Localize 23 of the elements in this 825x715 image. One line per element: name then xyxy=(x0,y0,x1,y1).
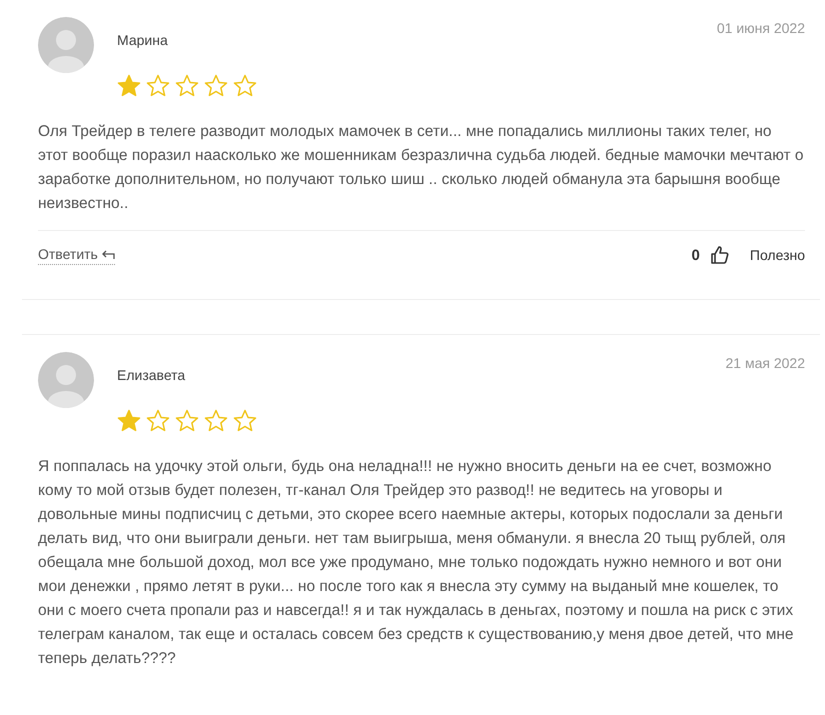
empty-star-icon xyxy=(204,74,228,98)
empty-star-icon xyxy=(204,409,228,433)
empty-star-icon xyxy=(146,409,170,433)
filled-star-icon xyxy=(117,74,141,98)
review-date: 21 мая 2022 xyxy=(726,355,805,371)
author-name: Елизавета xyxy=(117,367,186,383)
avatar-icon xyxy=(38,352,94,408)
empty-star-icon xyxy=(175,74,199,98)
filled-star-icon xyxy=(117,409,141,433)
review-text: Оля Трейдер в телеге разводит молодых мамочек в сети... мне попадались миллионы таких телег, но этот вообще поразил наасколько же мошенникам безразлична судьба людей. бедные мамочки мечтают о заработке дополнительном, но получают только шиш .. сколько людей обманула эта барышня вообще неизвестно.. xyxy=(38,122,805,214)
empty-star-icon xyxy=(233,74,257,98)
like-count: 0 xyxy=(692,246,700,264)
empty-star-icon xyxy=(233,409,257,433)
empty-star-icon xyxy=(146,74,170,98)
empty-star-icon xyxy=(175,409,199,433)
reply-link[interactable]: Ответить xyxy=(38,246,115,264)
author-name: Марина xyxy=(117,32,168,48)
review-text: Я поппалась на удочку этой ольги, будь она неладна!!! не нужно вносить деньги на ее счет, возможно кому то мой отзыв будет полезен, тг-канал Оля Трейдер это развод!! не ведитесь на уговоры и довольные мины подписчиц с детьми, это скорее всего наемные актеры, которых подослали за деньги делать вид, что они выиграли деньги. нет там выигрыша, меня обманули. я внесла 20 тыщ рублей, оля обещала мне большой доход, мол все уже продумано, мне только подождать нужно немного и вот они мои денежки , прямо летят в руки... но после того как я внесла эту сумму на выданый мне кошелек, то они с моего счета пропали раз и навсегда!! я и так нуждалась в деньгах, поэтому и пошла на риск с этих телеграм каналом, так еще и осталась совсем без средств к существованию,у меня двое детей, что мне теперь делать???? xyxy=(38,457,795,669)
review-date: 01 июня 2022 xyxy=(716,20,805,36)
thumbs-up-icon[interactable] xyxy=(710,245,730,265)
helpful-label: Полезно xyxy=(750,247,805,263)
avatar-icon xyxy=(38,17,94,73)
reply-arrow-icon xyxy=(100,248,115,260)
